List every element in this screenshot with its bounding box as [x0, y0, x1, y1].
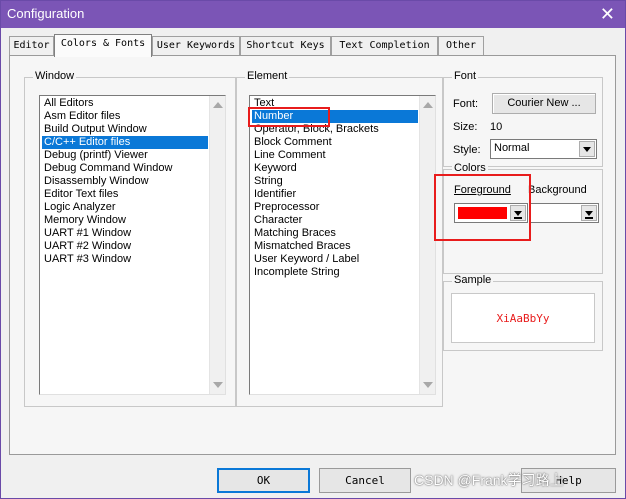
list-item-selected[interactable]: C/C++ Editor files [42, 136, 208, 149]
list-item-selected[interactable]: Number [252, 110, 418, 123]
window-group: Window All Editors Asm Editor files Buil… [24, 70, 236, 407]
list-item[interactable]: Incomplete String [252, 266, 418, 279]
scroll-up-arrow-icon[interactable] [213, 102, 223, 108]
list-item[interactable]: Debug (printf) Viewer [42, 149, 208, 162]
element-listbox[interactable]: Text Number Operator, Block, Brackets Bl… [249, 95, 436, 395]
list-item[interactable]: Identifier [252, 188, 418, 201]
sample-text: XiAaBbYy [496, 312, 550, 325]
tab-text-completion[interactable]: Text Completion [331, 36, 438, 56]
configuration-dialog: Configuration ✕ Editor Colors & Fonts Us… [0, 0, 626, 499]
list-item[interactable]: Text [252, 97, 418, 110]
colors-group: Colors Foreground Background [434, 162, 603, 274]
list-item[interactable]: User Keyword / Label [252, 253, 418, 266]
close-icon[interactable]: ✕ [600, 3, 615, 25]
colors-group-label: Colors [452, 162, 488, 174]
background-color-swatch [534, 207, 578, 219]
list-item[interactable]: Asm Editor files [42, 110, 208, 123]
style-label: Style: [453, 144, 481, 156]
list-item[interactable]: All Editors [42, 97, 208, 110]
sample-group: Sample XiAaBbYy [443, 274, 603, 351]
window-listbox[interactable]: All Editors Asm Editor files Build Outpu… [39, 95, 226, 395]
window-group-label: Window [33, 70, 77, 82]
font-select-button[interactable]: Courier New ... [492, 93, 596, 114]
scroll-down-arrow-icon[interactable] [213, 382, 223, 388]
scroll-down-arrow-icon[interactable] [423, 382, 433, 388]
element-scrollbar[interactable] [419, 96, 435, 394]
foreground-color-select[interactable] [454, 203, 528, 223]
list-item[interactable]: Debug Command Window [42, 162, 208, 175]
window-list: All Editors Asm Editor files Build Outpu… [42, 97, 208, 266]
list-item[interactable]: Logic Analyzer [42, 201, 208, 214]
list-item[interactable]: Mismatched Braces [252, 240, 418, 253]
tab-editor[interactable]: Editor [9, 36, 54, 56]
list-item[interactable]: Disassembly Window [42, 175, 208, 188]
tab-colors-fonts[interactable]: Colors & Fonts [54, 34, 152, 57]
window-scrollbar[interactable] [209, 96, 225, 394]
background-color-select[interactable] [530, 203, 599, 223]
dropdown-arrow-icon[interactable] [579, 141, 595, 157]
size-value: 10 [490, 121, 503, 133]
sample-group-label: Sample [452, 274, 494, 286]
list-item[interactable]: Line Comment [252, 149, 418, 162]
list-item[interactable]: Build Output Window [42, 123, 208, 136]
colors-fonts-panel: Window All Editors Asm Editor files Buil… [9, 55, 616, 455]
list-item[interactable]: UART #3 Window [42, 253, 208, 266]
tab-user-keywords[interactable]: User Keywords [152, 36, 240, 56]
list-item[interactable]: Block Comment [252, 136, 418, 149]
window-title: Configuration [7, 6, 85, 21]
scroll-up-arrow-icon[interactable] [423, 102, 433, 108]
title-bar[interactable]: Configuration ✕ [1, 1, 625, 28]
list-item[interactable]: Editor Text files [42, 188, 208, 201]
watermark-text: CSDN @Frank学习路上 [414, 472, 564, 488]
dropdown-arrow-icon[interactable] [581, 205, 597, 221]
size-label: Size: [453, 121, 478, 133]
list-item[interactable]: Matching Braces [252, 227, 418, 240]
font-group-label: Font [452, 70, 479, 82]
element-group-label: Element [245, 70, 290, 82]
tab-other[interactable]: Other [438, 36, 484, 56]
ok-button[interactable]: OK [217, 468, 310, 493]
element-group: Element Text Number Operator, Block, Bra… [236, 70, 443, 407]
tab-shortcut-keys[interactable]: Shortcut Keys [240, 36, 331, 56]
foreground-color-swatch [458, 207, 507, 219]
element-list: Text Number Operator, Block, Brackets Bl… [252, 97, 418, 279]
font-group: Font Font: Courier New ... Size: 10 Styl… [443, 70, 603, 167]
sample-preview: XiAaBbYy [451, 293, 595, 343]
cancel-button[interactable]: Cancel [319, 468, 411, 493]
font-label: Font: [453, 98, 479, 110]
list-item[interactable]: Character [252, 214, 418, 227]
list-item[interactable]: Preprocessor [252, 201, 418, 214]
list-item[interactable]: Memory Window [42, 214, 208, 227]
style-value: Normal [494, 142, 530, 154]
list-item[interactable]: UART #2 Window [42, 240, 208, 253]
list-item[interactable]: String [252, 175, 418, 188]
list-item[interactable]: Keyword [252, 162, 418, 175]
style-select[interactable]: Normal [490, 139, 597, 159]
foreground-label: Foreground [454, 184, 511, 196]
background-label: Background [528, 184, 587, 196]
list-item[interactable]: UART #1 Window [42, 227, 208, 240]
dropdown-arrow-icon[interactable] [510, 205, 526, 221]
list-item[interactable]: Operator, Block, Brackets [252, 123, 418, 136]
